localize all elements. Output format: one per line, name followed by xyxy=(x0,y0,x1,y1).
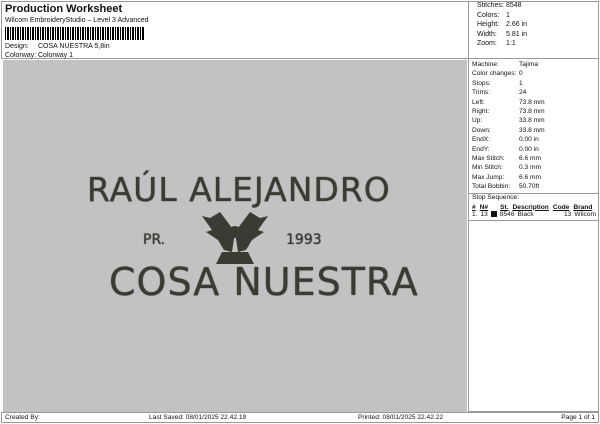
design-text-pr: PR. xyxy=(143,232,166,248)
row-description: Black xyxy=(517,210,534,218)
colorway-name: Colorway 1 xyxy=(38,52,74,59)
down-label: Down: xyxy=(472,126,491,134)
max-jump-label: Max Jump: xyxy=(472,173,505,181)
machine-label: Machine: xyxy=(472,61,499,68)
down-value: 33.8 mm xyxy=(519,126,545,134)
created-by: Created By: xyxy=(5,414,40,421)
right-value: 73.8 mm xyxy=(519,107,545,115)
colorway-label: Colorway: xyxy=(5,52,37,59)
up-label: Up: xyxy=(472,117,483,125)
col-st: St. xyxy=(500,203,509,211)
stat-value: 1 xyxy=(506,11,510,19)
machine-panel: Machine: Tajima Color changes: 0 Stops: 1 T… xyxy=(468,59,599,412)
worksheet-header: Production Worksheet Wilcom EmbroiderySt… xyxy=(1,1,469,59)
col-num: # xyxy=(472,203,476,211)
software-name: Wilcom EmbroideryStudio – Level 3 Advanc… xyxy=(5,17,149,24)
last-saved: Last Saved: 08/01/2025 22.42.19 xyxy=(149,414,247,421)
design-name: COSA NUESTRA 5,8in xyxy=(38,43,110,50)
trims-label: Trims: xyxy=(472,89,491,97)
stops-label: Stops: xyxy=(472,79,491,87)
min-stitch-value: 0.3 mm xyxy=(519,164,541,172)
design-preview: RAÚL ALEJANDRO PR. 1993 COSA NUESTRA xyxy=(3,60,467,412)
stat-label: Colors: xyxy=(477,11,500,19)
endx-value: 0.00 in xyxy=(519,136,539,144)
color-swatch xyxy=(490,211,497,218)
design-text-year: 1993 xyxy=(286,232,322,248)
max-jump-value: 6.6 mm xyxy=(519,173,541,181)
stat-label: Zoom: xyxy=(477,40,497,47)
endy-label: EndY: xyxy=(472,145,490,153)
total-bobbin-label: Total Bobbin: xyxy=(472,183,511,191)
machine-value: Tajima xyxy=(519,61,539,68)
color-changes-label: Color changes: xyxy=(472,70,517,78)
design-text-line2: COSA NUESTRA xyxy=(109,260,419,304)
footer: Created By: Last Saved: 08/01/2025 22.42… xyxy=(1,412,599,423)
right-label: Right: xyxy=(472,107,490,115)
design-text-line1: RAÚL ALEJANDRO xyxy=(87,170,391,209)
design-stats: Stitches: 8548 Colors: 1 Height: 2.66 in Wi… xyxy=(477,2,527,50)
stat-label: Height: xyxy=(477,21,500,28)
page-title: Production Worksheet xyxy=(5,3,123,15)
stat-value: 5.81 in xyxy=(506,30,528,38)
min-stitch-label: Min Stitch: xyxy=(472,164,503,172)
row-brand: Wilcom xyxy=(574,210,596,218)
page-number: Page 1 of 1 xyxy=(561,414,595,421)
design-label: Design: xyxy=(5,43,29,50)
row-st: 8546 xyxy=(499,210,515,218)
table-row: 1. 13 8546 Black 13 Wilcom xyxy=(469,211,598,218)
col-brand: Brand xyxy=(573,203,593,211)
row-n: 13 xyxy=(480,210,488,218)
stop-sequence-header: # N# St. Description Code Brand xyxy=(469,204,598,211)
max-stitch-value: 6.6 mm xyxy=(519,154,541,162)
col-description: Description xyxy=(512,203,549,211)
color-changes-value: 0 xyxy=(519,70,523,78)
stat-label: Width: xyxy=(477,30,497,38)
stat-label: Stitches: xyxy=(477,2,504,9)
endy-value: 0.00 in xyxy=(519,145,539,153)
up-value: 33.8 mm xyxy=(519,117,545,125)
stat-value: 1:1 xyxy=(506,40,516,47)
total-bobbin-value: 50.70ft xyxy=(519,183,540,191)
left-label: Left: xyxy=(472,98,485,106)
barcode xyxy=(5,27,145,40)
row-code: 13 xyxy=(564,210,572,218)
stops-value: 1 xyxy=(519,79,523,87)
max-stitch-label: Max Stitch: xyxy=(472,154,505,162)
endx-label: EndX: xyxy=(472,136,490,144)
row-num: 1. xyxy=(472,210,478,218)
trims-value: 24 xyxy=(519,89,527,97)
stat-value: 2.66 in xyxy=(506,21,528,28)
left-value: 73.8 mm xyxy=(519,98,545,106)
printed-date: Printed: 08/01/2025 22.42.22 xyxy=(358,414,444,421)
stat-value: 8548 xyxy=(506,2,522,9)
col-code: Code xyxy=(552,203,570,211)
stop-sequence-title: Stop Sequence: xyxy=(472,194,519,202)
col-n: N# xyxy=(479,203,489,211)
